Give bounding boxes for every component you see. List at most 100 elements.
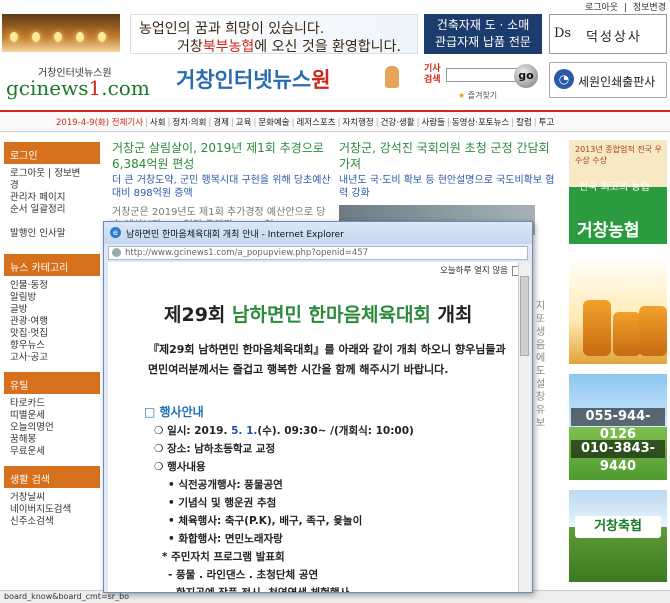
nav-item[interactable]: 교육 — [236, 118, 252, 128]
nav-separator: | — [375, 118, 379, 128]
search-go-button[interactable]: go — [514, 64, 538, 88]
login-header: 로그인 — [4, 142, 100, 164]
event-extra-item: - 풍물 . 라인댄스 . 초청단체 공연 — [168, 569, 319, 581]
sidebar-login-link[interactable]: 관리자 페이지 — [4, 192, 100, 204]
ad-honey-jars[interactable] — [569, 256, 667, 364]
sidebar-category-link[interactable]: 관광·여행 — [4, 316, 100, 328]
nav-item[interactable]: 경제 — [213, 118, 229, 128]
sidebar-utility-link[interactable]: 꿈해몽 — [4, 434, 100, 446]
ad-geochang-nonghyup[interactable]: 2013년 종합업적 전국 우수상 수상 전국 최고의 농협 거창농협 — [569, 140, 667, 244]
hide-today-option[interactable]: 오늘하루 열지 않음 — [440, 264, 522, 276]
event-extra-item: - 한지공예 작품 전시, 천연염색 체험행사 — [154, 584, 510, 592]
event-section-header: □ 행사안내 — [144, 405, 204, 419]
nav-item[interactable]: 자치행정 — [342, 118, 373, 128]
nav-separator: | — [253, 118, 257, 128]
profile-link[interactable]: 정보변경 — [633, 3, 666, 13]
nav-separator: | — [416, 118, 420, 128]
site-logo[interactable]: 거창인터넷뉴스원 gcinews1.com — [4, 60, 150, 102]
sidebar-utility-link[interactable]: 띠별운세 — [4, 410, 100, 422]
logout-link[interactable]: 로그아웃 — [585, 3, 618, 13]
nav-item[interactable]: 동영상·포토뉴스 — [452, 118, 509, 128]
nav-item[interactable]: 사람들 — [421, 118, 444, 128]
building-materials-banner[interactable]: 건축자재 도 · 소매 관급자재 납품 전문 — [424, 14, 542, 54]
nav-item[interactable]: 칼럼 — [516, 118, 532, 128]
event-sub-item: • 기념식 및 행운권 추첨 — [168, 497, 277, 509]
news1-title[interactable]: 거창군 살림살이, 2019년 제1회 추경으로 6,384억원 편성 — [112, 140, 332, 172]
news-category-header: 뉴스 카테고리 — [4, 254, 100, 276]
lamp-banner-image[interactable] — [2, 14, 120, 52]
printing-logo-icon: ◔ — [554, 69, 574, 89]
sidebar-life-link[interactable]: 거창날씨 — [4, 492, 100, 504]
favorites-link[interactable]: ★ 즐겨찾기 — [458, 90, 497, 101]
main-nav: 2019-4-9(화) 전체기사 | 사회 | 정치·의회 | 경제 | 교육 | 문화예술 | 레저스… — [0, 110, 670, 132]
sidebar-category-link[interactable]: 인물·동정 — [4, 280, 100, 292]
printing-company-name: 세원인쇄출판사 — [578, 75, 656, 89]
topbar-separator: | — [623, 3, 627, 13]
farm-banner[interactable]: 농업인의 꿈과 희망이 있습니다. 거창북부농협에 오신 것을 환영합니다. — [130, 14, 418, 55]
nav-item[interactable]: 투고 — [539, 118, 555, 128]
sidebar-category-link[interactable]: 맛집·멋집 — [4, 328, 100, 340]
nav-item[interactable]: 문화예술 — [258, 118, 289, 128]
event-sub-item: • 식전공개행사: 풍물공연 — [168, 479, 283, 491]
news2-subtitle[interactable]: 내년도 국·도비 확보 등 현안설명으로 국도비확보 협력 강화 — [339, 174, 559, 200]
popup-titlebar[interactable]: e 남하면민 한마음체육대회 개최 안내 - Internet Explorer — [104, 222, 532, 244]
ds-logo: Ds — [554, 26, 572, 41]
utility-header: 유틸 — [4, 372, 100, 394]
sidebar-utility-link[interactable]: 오늘의명언 — [4, 422, 100, 434]
popup-window: e 남하면민 한마음체육대회 개최 안내 - Internet Explorer… — [103, 221, 533, 593]
sidebar-life-link[interactable]: 신주소검색 — [4, 516, 100, 528]
news-item-1: 거창군 살림살이, 2019년 제1회 추경으로 6,384억원 편성 더 큰 … — [112, 140, 332, 232]
ad3-phone2: 010-3843-9440 — [571, 440, 665, 474]
ad-phone-numbers[interactable]: 055-944-0126 010-3843-9440 — [569, 374, 667, 480]
ds-company-banner[interactable]: Ds 덕성상사 — [549, 14, 667, 54]
sidebar-login-link[interactable]: 로그아웃 | 정보변 — [4, 168, 100, 180]
nav-separator: | — [167, 118, 171, 128]
nav-item[interactable]: 정치·의회 — [172, 118, 206, 128]
nav-item[interactable]: 사회 — [150, 118, 166, 128]
ds-company-name: 덕성상사 — [586, 30, 642, 45]
page-icon — [112, 248, 121, 257]
sidebar-utility-link[interactable]: 타로카드 — [4, 398, 100, 410]
site-title[interactable]: 거창인터넷뉴스원 — [176, 64, 331, 94]
sidebar-category-link[interactable]: 글방 — [4, 304, 100, 316]
event-intro: 『제29회 남하면민 한마음체육대회』를 아래와 같이 개최 하오니 향우님들과… — [148, 343, 506, 376]
news1-subtitle[interactable]: 더 큰 거창도약, 군민 행복시대 구현을 위해 당초예산 대비 898억원 증… — [112, 174, 332, 200]
sidebar-login-link[interactable]: 경 — [4, 180, 100, 192]
left-sidebar: 로그인 로그아웃 | 정보변 경 관리자 페이지 순서 일괄정리 발행인 인사말 뉴스… — [4, 142, 100, 528]
scrollbar-thumb[interactable] — [520, 276, 529, 356]
popup-scrollbar[interactable] — [518, 262, 530, 592]
ad1-name: 거창농협 — [577, 221, 640, 241]
nav-separator: | — [533, 118, 537, 128]
nav-item[interactable]: 전체기사 — [112, 118, 143, 128]
nav-separator: | — [337, 118, 341, 128]
nav-item[interactable]: 건강·생활 — [381, 118, 415, 128]
life-search-header: 생활 검색 — [4, 466, 100, 488]
popup-address-bar[interactable]: http://www.gcinews1.com/a_popupview.php?… — [108, 246, 528, 260]
nav-separator: | — [145, 118, 148, 128]
sidebar-category-link[interactable]: 고사·공고 — [4, 352, 100, 364]
top-account-bar: 로그아웃 | 정보변경 — [582, 0, 666, 13]
ad4-name: 거창축협 — [575, 516, 661, 538]
nav-item[interactable]: 레저스포츠 — [296, 118, 335, 128]
sidebar-login-link[interactable]: 순서 일괄정리 — [4, 204, 100, 216]
ie-icon: e — [110, 227, 121, 238]
sidebar-category-link[interactable]: 알림방 — [4, 292, 100, 304]
publisher-greeting-link[interactable]: 발행인 인사말 — [4, 228, 100, 240]
building-banner-line1: 건축자재 도 · 소매 — [436, 18, 530, 32]
sidebar-category-link[interactable]: 향우뉴스 — [4, 340, 100, 352]
nav-separator: | — [511, 118, 515, 128]
event-extra-item: * 주민자치 프로그램 발표회 — [162, 551, 285, 563]
ad-geochang-chukhyup[interactable]: 거창축협 — [569, 490, 667, 582]
news2-title[interactable]: 거창군, 강석진 국회의원 초청 군정 간담회 가져 — [339, 140, 559, 172]
search-label: 기사 검색 — [424, 64, 441, 85]
farm-banner-line2: 거창북부농협에 오신 것을 환영합니다. — [177, 39, 401, 55]
sidebar-utility-link[interactable]: 무료운세 — [4, 446, 100, 458]
nav-date: 2019-4-9(화) — [56, 118, 110, 128]
sidebar-life-link[interactable]: 네이버지도검색 — [4, 504, 100, 516]
building-banner-line2: 관급자재 납품 전문 — [435, 35, 531, 49]
nav-separator: | — [446, 118, 450, 128]
event-details: ❍ 일시: 2019. 5. 1.(수). 09:30~ /(개회식: 10:0… — [154, 422, 510, 592]
ad1-award: 2013년 종합업적 전국 우수상 수상 — [575, 145, 662, 165]
printing-company-banner[interactable]: ◔ 세원인쇄출판사 — [549, 62, 667, 98]
event-date: ❍ 일시: 2019. 5. 1.(수). 09:30~ /(개회식: 10:0… — [154, 425, 414, 437]
